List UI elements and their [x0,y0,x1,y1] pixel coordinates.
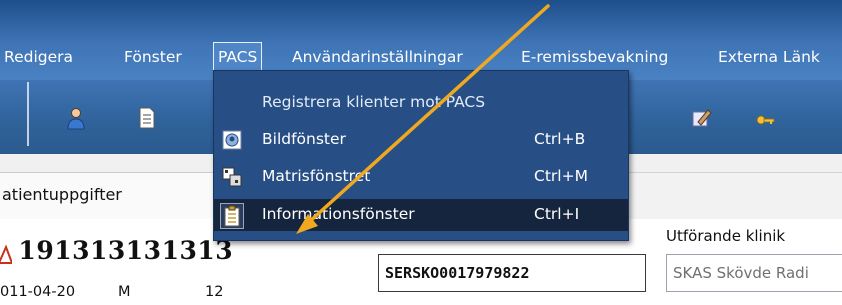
menu-fonster[interactable]: Fönster [124,42,182,72]
patient-sex: M [118,284,131,300]
menu-item-shortcut: Ctrl+M [534,167,588,185]
menu-e-remissbevakning[interactable]: E-remissbevakning [521,42,668,72]
menu-item-label: Informationsfönster [262,205,415,223]
menu-bar: Redigera Fönster PACS Användarinställnin… [0,0,842,80]
referral-number-field[interactable]: SERSKO0017979822 [378,254,646,292]
menu-item-label: Registrera klienter mot PACS [262,93,486,111]
menu-item-shortcut: Ctrl+I [534,205,580,223]
menu-item-shortcut: Ctrl+B [534,130,586,148]
menu-externa-lankar[interactable]: Externa Länk [718,42,820,72]
matrix-window-icon [222,167,242,187]
utforande-klinik-field[interactable]: SKAS Skövde Radi [666,254,842,292]
utforande-klinik-value: SKAS Skövde Radi [673,264,809,282]
clipboard-icon [220,203,244,229]
menu-anvandarinstallningar[interactable]: Användarinställningar [292,42,463,72]
menu-redigera[interactable]: Redigera [4,42,73,72]
menu-row: Redigera Fönster PACS Användarinställnin… [0,42,842,72]
user-icon[interactable] [65,107,87,131]
patient-date: 011-04-20 [0,284,76,300]
menu-pacs[interactable]: PACS [213,42,263,72]
edit-icon[interactable] [690,106,712,130]
utforande-klinik-label: Utförande klinik [666,227,786,245]
menu-item-label: Matrisfönstret [262,167,371,185]
image-window-icon [222,130,242,150]
menu-item-matrisfonstret[interactable]: Matrisfönstret Ctrl+M [214,161,628,193]
menu-item-bildfonster[interactable]: Bildfönster Ctrl+B [214,124,628,156]
key-icon[interactable] [754,108,776,132]
toolbar-separator [27,82,29,146]
pacs-dropdown-menu: Registrera klienter mot PACS Bildfönster… [213,70,629,241]
menu-item-label: Bildfönster [262,130,346,148]
patient-id: 191313131313 [18,236,234,265]
menu-item-informationsfonster[interactable]: Informationsfönster Ctrl+I [214,199,628,231]
tab-patientuppgifter-label: atientuppgifter [2,185,122,204]
document-icon[interactable] [136,106,158,130]
referral-number-value: SERSKO0017979822 [385,264,530,282]
patient-age: 12 [205,284,224,300]
menu-item-registrera-klienter[interactable]: Registrera klienter mot PACS [214,87,628,119]
